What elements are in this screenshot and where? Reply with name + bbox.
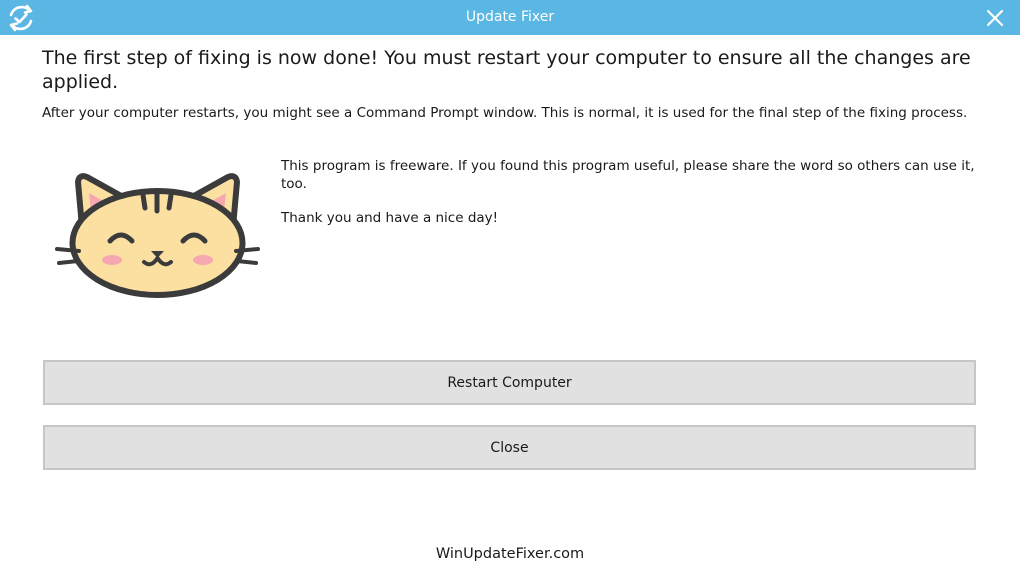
title-bar[interactable]: Update Fixer (0, 0, 1020, 35)
update-fixer-window: Update Fixer The first step of fixing is… (0, 0, 1020, 574)
freeware-note: This program is freeware. If you found t… (281, 158, 975, 192)
headline-message: The first step of fixing is now done! Yo… (42, 47, 971, 93)
thanks-message: Thank you and have a nice day! (281, 210, 499, 226)
close-icon[interactable] (978, 1, 1012, 35)
restart-computer-button[interactable]: Restart Computer (43, 360, 976, 405)
restart-note: After your computer restarts, you might … (42, 105, 968, 121)
window-title: Update Fixer (465, 9, 555, 25)
close-button[interactable]: Close (43, 425, 976, 470)
smiling-cat-icon (55, 165, 260, 300)
website-link[interactable]: WinUpdateFixer.com (0, 546, 1020, 562)
